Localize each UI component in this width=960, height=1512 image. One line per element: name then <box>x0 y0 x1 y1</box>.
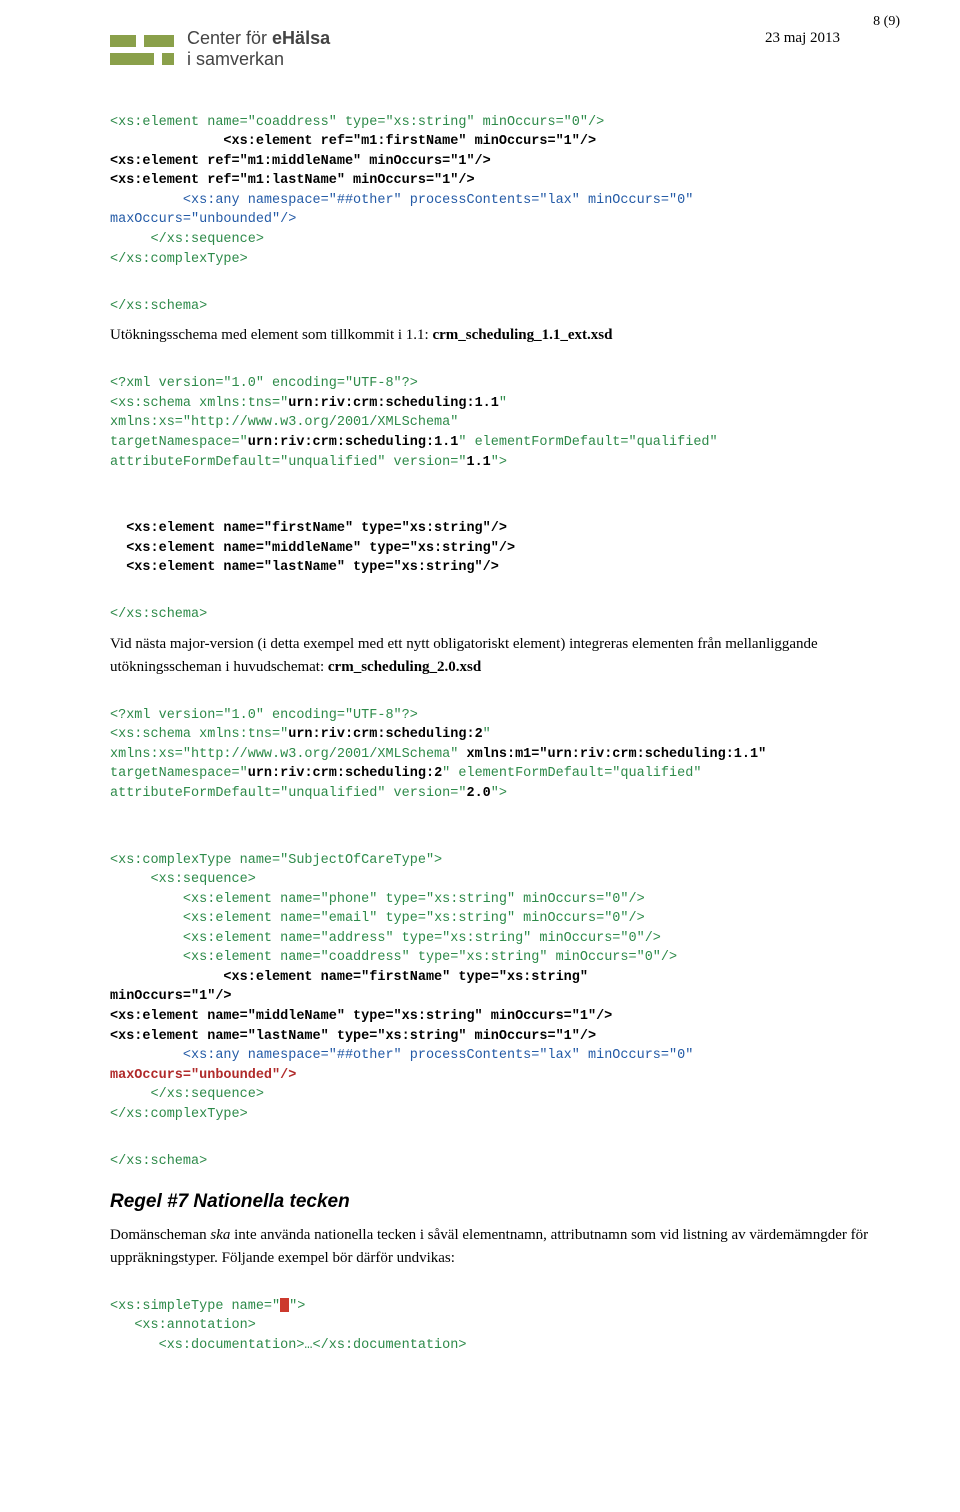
code-block-3-head: <?xml version="1.0" encoding="UTF-8"?> <… <box>110 686 900 823</box>
page-number: 8 (9) <box>873 14 900 30</box>
code-block-4-end: </xs:schema> <box>110 1152 900 1172</box>
code-block-1-end: </xs:schema> <box>110 297 900 317</box>
header: Center för eHälsa i samverkan 23 maj 201… <box>110 28 900 79</box>
para-extension-schema: Utökningsschema med element som tillkomm… <box>110 324 900 347</box>
code-block-rule7: <xs:simpleType name=""> <xs:annotation> … <box>110 1277 900 1375</box>
code-block-4a: <xs:complexType name="SubjectOfCareType"… <box>110 831 900 1144</box>
header-date: 23 maj 2013 <box>765 30 840 47</box>
code-block-2-end: </xs:schema> <box>110 605 900 625</box>
code-block-1: <xs:element name="coaddress" type="xs:st… <box>110 93 900 289</box>
logo-line2: i samverkan <box>187 49 330 70</box>
code-block-2-head: <?xml version="1.0" encoding="UTF-8"?> <… <box>110 355 900 492</box>
code-block-2-body: <xs:element name="firstName" type="xs:st… <box>110 500 900 598</box>
logo-line1a: Center för <box>187 28 272 48</box>
rule7-para: Domänscheman ska inte använda nationella… <box>110 1224 900 1269</box>
redacted-box <box>280 1298 289 1312</box>
logo: Center för eHälsa i samverkan <box>110 28 330 79</box>
logo-icon <box>110 31 175 79</box>
para-major-version: Vid nästa major-version (i detta exempel… <box>110 633 900 678</box>
rule7-heading: Regel #7 Nationella tecken <box>110 1188 900 1217</box>
logo-line1b: eHälsa <box>272 28 330 48</box>
